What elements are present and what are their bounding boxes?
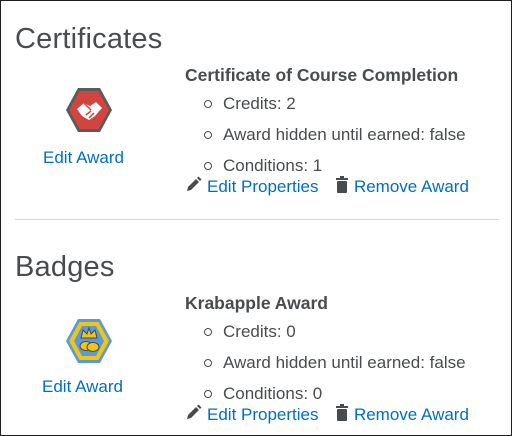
pencil-icon	[185, 176, 202, 198]
edit-properties-button-badge[interactable]: Edit Properties	[185, 404, 319, 426]
section-divider	[15, 219, 499, 220]
edit-award-link-badge[interactable]: Edit Award	[42, 377, 123, 397]
award-properties-badge: Credits: 0 Award hidden until earned: fa…	[201, 322, 466, 415]
pencil-icon	[185, 404, 202, 426]
property-credits: Credits: 2	[201, 94, 466, 125]
remove-award-label: Remove Award	[353, 177, 469, 196]
awards-panel: Certificates Edit Award Certificate of C…	[0, 0, 512, 436]
award-name-badge: Krabapple Award	[185, 293, 328, 313]
trash-icon	[335, 176, 349, 198]
award-actions-badge: Edit Properties Remove Award	[185, 404, 469, 428]
crown-hexagon-icon	[64, 316, 114, 366]
award-properties-certificate: Credits: 2 Award hidden until earned: fa…	[201, 94, 466, 187]
property-credits: Credits: 0	[201, 322, 466, 353]
section-title-badges: Badges	[15, 251, 115, 283]
edit-properties-label: Edit Properties	[207, 177, 319, 196]
trash-icon	[335, 404, 349, 426]
award-name-certificate: Certificate of Course Completion	[185, 65, 459, 85]
edit-award-link-certificate[interactable]: Edit Award	[43, 148, 124, 168]
remove-award-button-certificate[interactable]: Remove Award	[335, 176, 469, 198]
edit-properties-label: Edit Properties	[207, 405, 319, 424]
remove-award-label: Remove Award	[353, 405, 469, 424]
property-hidden-until-earned: Award hidden until earned: false	[201, 125, 466, 156]
section-title-certificates: Certificates	[15, 23, 163, 55]
property-hidden-until-earned: Award hidden until earned: false	[201, 353, 466, 384]
award-actions-certificate: Edit Properties Remove Award	[185, 176, 469, 200]
remove-award-button-badge[interactable]: Remove Award	[335, 404, 469, 426]
edit-properties-button-certificate[interactable]: Edit Properties	[185, 176, 319, 198]
handshake-hexagon-icon	[64, 85, 114, 135]
